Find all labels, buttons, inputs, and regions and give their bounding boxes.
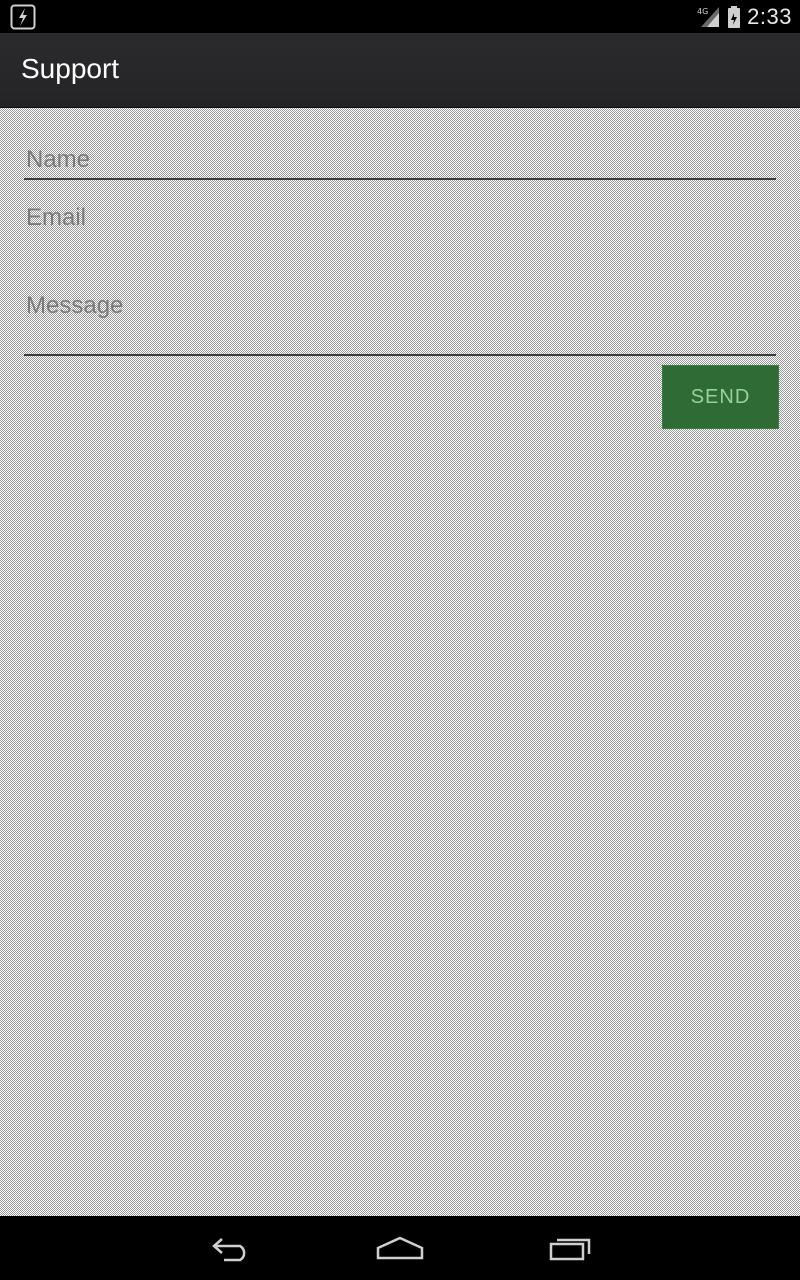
signal-4g-icon: 4G bbox=[697, 6, 720, 27]
back-icon bbox=[212, 1238, 246, 1262]
message-field-placeholder: Message bbox=[26, 292, 124, 319]
recent-apps-icon bbox=[549, 1238, 591, 1261]
email-field[interactable]: Email bbox=[24, 200, 776, 242]
email-field-placeholder: Email bbox=[26, 204, 87, 231]
action-bar: Support bbox=[0, 33, 800, 108]
status-time: 2:33 bbox=[747, 3, 792, 29]
status-right-group: 4G 2:33 bbox=[697, 0, 792, 33]
home-icon bbox=[376, 1236, 424, 1260]
message-field-underline bbox=[24, 354, 776, 356]
battery-icon bbox=[728, 5, 741, 28]
name-field-underline bbox=[24, 178, 776, 180]
send-button[interactable]: SEND bbox=[662, 365, 779, 429]
name-field[interactable]: Name bbox=[24, 138, 776, 180]
svg-text:4G: 4G bbox=[697, 7, 708, 16]
recent-apps-button[interactable] bbox=[541, 1230, 601, 1266]
navigation-bar bbox=[0, 1216, 800, 1280]
page-title: Support bbox=[21, 53, 120, 84]
message-field[interactable]: Message bbox=[24, 286, 776, 356]
home-button[interactable] bbox=[370, 1230, 430, 1266]
flash-icon bbox=[10, 4, 36, 30]
name-field-placeholder: Name bbox=[26, 146, 91, 173]
status-bar: 4G 2:33 bbox=[0, 0, 800, 33]
back-button[interactable] bbox=[200, 1230, 260, 1266]
